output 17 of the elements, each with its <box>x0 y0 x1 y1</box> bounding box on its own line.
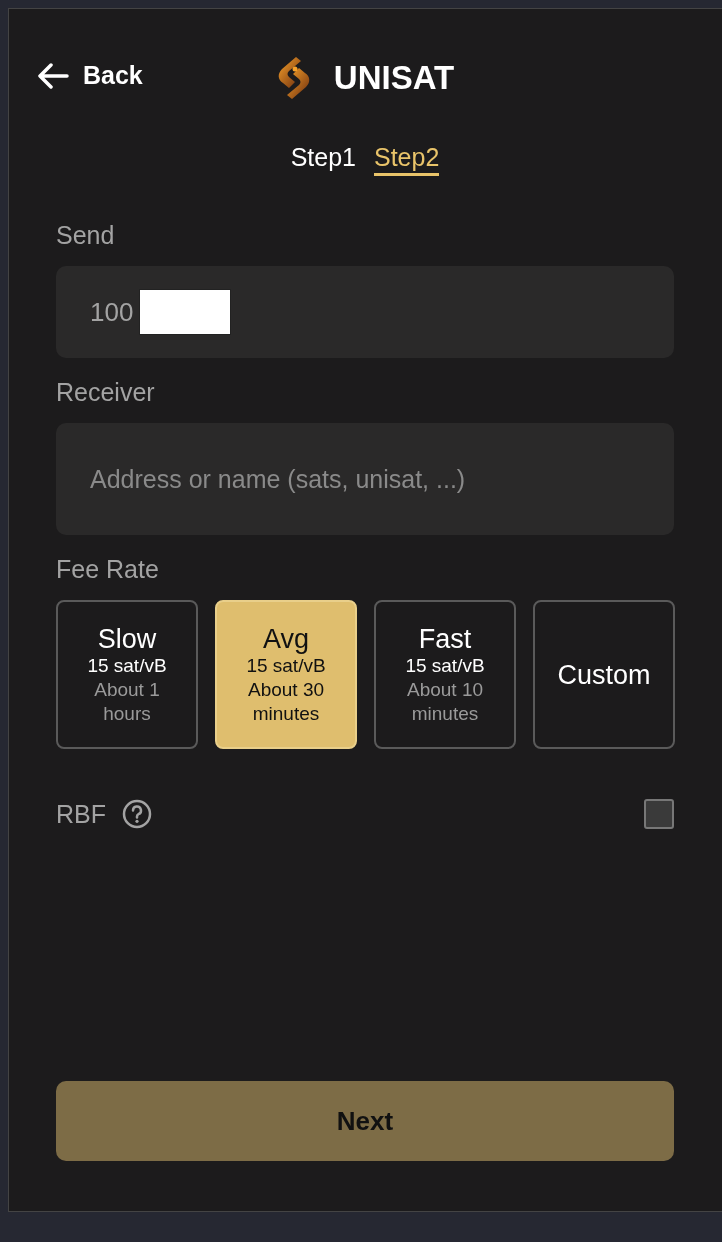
back-arrow-icon <box>37 62 69 89</box>
back-button[interactable]: Back <box>37 61 143 90</box>
send-label: Send <box>56 221 116 250</box>
fee-option[interactable]: Custom <box>533 600 675 749</box>
fee-option[interactable]: Slow 15 sat/vB About 1 hours <box>56 600 198 749</box>
fee-rate-label: Fee Rate <box>56 555 160 584</box>
receiver-field[interactable]: Address or name (sats, unisat, ...) <box>56 423 674 535</box>
amount-field[interactable]: 100 <box>56 266 674 358</box>
fee-option[interactable]: Avg 15 sat/vB About 30 minutes <box>215 600 357 749</box>
step-tab[interactable]: Step1 <box>290 143 356 176</box>
rbf-label: RBF <box>56 799 106 829</box>
fee-option[interactable]: Fast 15 sat/vB About 10 minutes <box>374 600 516 749</box>
rbf-checkbox[interactable] <box>644 799 674 829</box>
step-tab[interactable]: Step2 <box>374 143 440 176</box>
brand-name: UNISAT <box>333 59 455 97</box>
receiver-label: Receiver <box>56 378 156 407</box>
help-icon[interactable] <box>122 799 152 829</box>
